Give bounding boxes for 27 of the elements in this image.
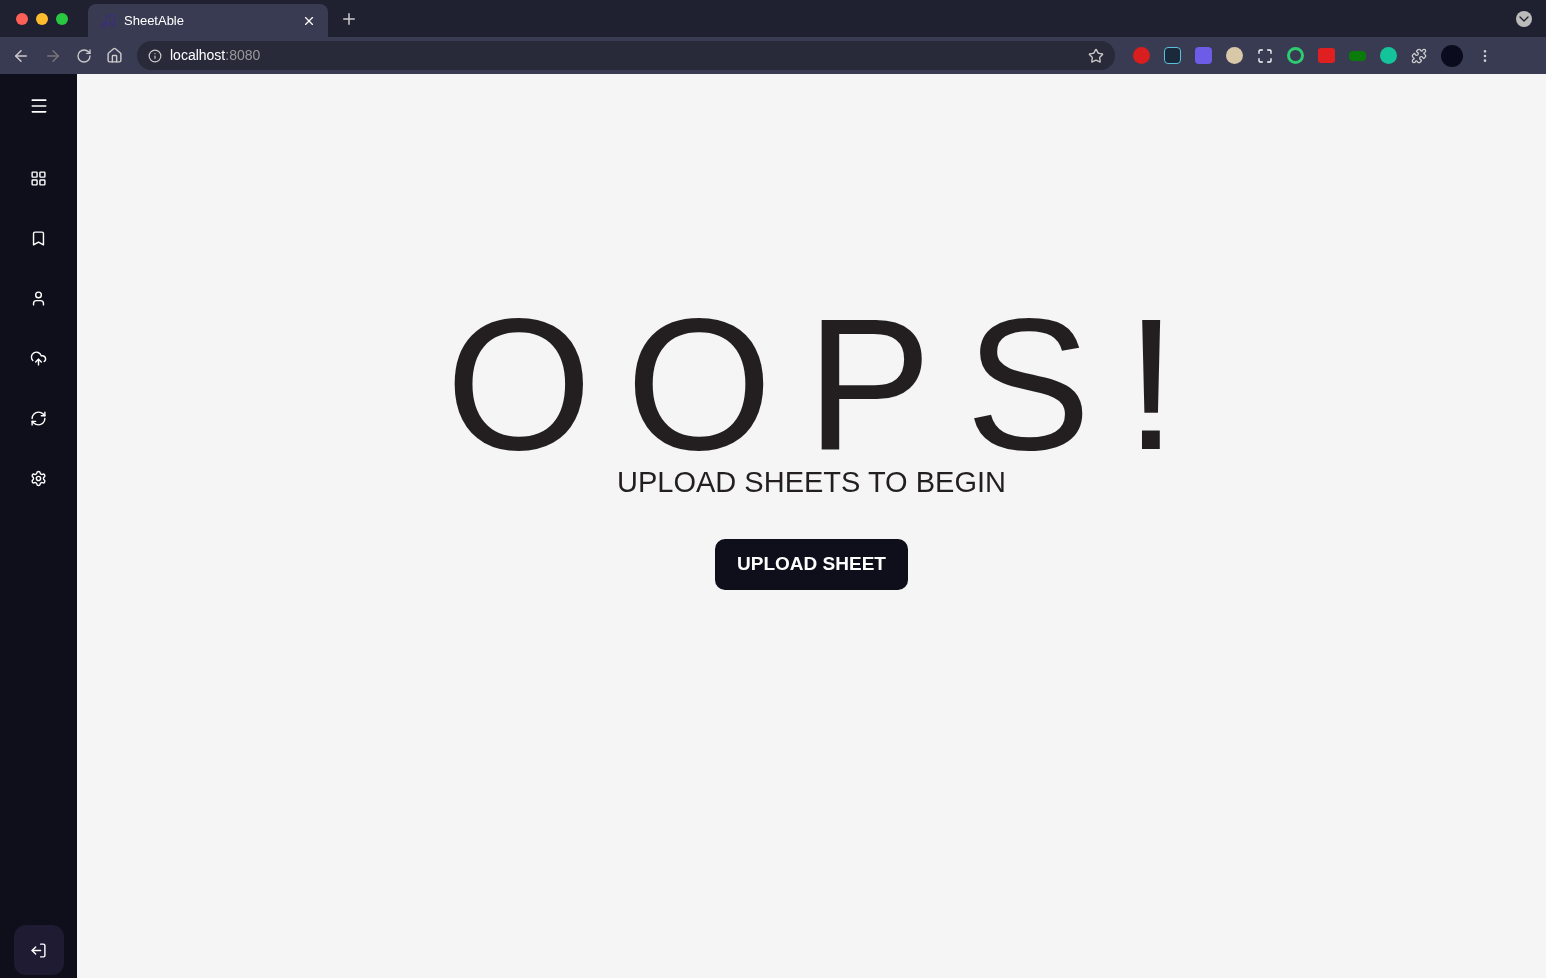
fullscreen-icon[interactable] — [1257, 47, 1273, 64]
maximize-window-icon[interactable] — [56, 12, 68, 25]
reload-icon[interactable] — [76, 47, 92, 64]
target-icon[interactable] — [1287, 47, 1304, 64]
logout-button[interactable] — [13, 925, 64, 975]
close-window-icon[interactable] — [16, 12, 28, 25]
tab-search-icon[interactable] — [1516, 10, 1532, 27]
exit-icon — [30, 941, 47, 959]
minimize-window-icon[interactable] — [36, 12, 48, 25]
info-icon[interactable] — [148, 48, 162, 63]
home-icon[interactable] — [106, 47, 123, 64]
upload-sheet-button[interactable]: UPLOAD SHEET — [715, 538, 908, 590]
bookmark-icon[interactable] — [30, 230, 47, 247]
music-note-icon — [100, 12, 116, 29]
url-text: localhost:8080 — [170, 46, 262, 65]
address-bar[interactable]: localhost:8080 — [137, 41, 1115, 70]
bookmark-star-icon[interactable] — [1088, 47, 1104, 64]
subtitle: UPLOAD SHEETS TO BEGIN — [617, 465, 1006, 500]
user-icon[interactable] — [30, 290, 47, 307]
extensions-icon[interactable] — [1411, 47, 1427, 64]
settings-icon[interactable] — [30, 470, 47, 487]
grid-icon[interactable] — [30, 170, 47, 187]
headline: OOPS! — [444, 309, 1212, 459]
tab-title: SheetAble — [124, 11, 185, 30]
refresh-icon[interactable] — [30, 410, 47, 427]
cloud-upload-icon[interactable] — [30, 350, 47, 367]
browser-tab[interactable]: SheetAble — [88, 4, 328, 37]
